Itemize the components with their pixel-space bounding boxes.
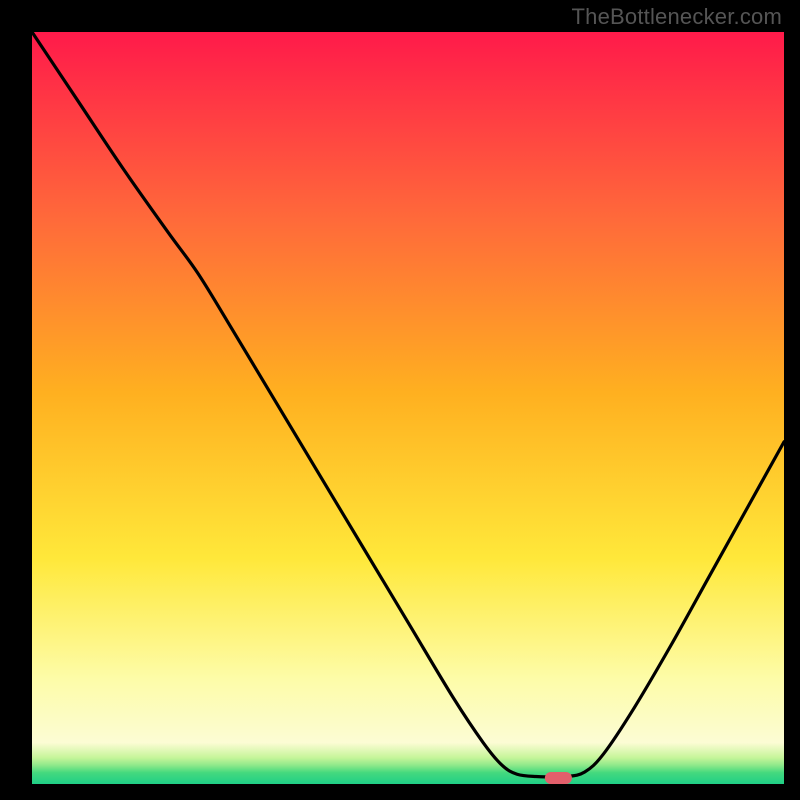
plot-area (32, 32, 784, 784)
gradient-background (32, 32, 784, 784)
chart-svg (32, 32, 784, 784)
marker-dot (545, 772, 572, 784)
watermark-text: TheBottlenecker.com (572, 4, 782, 30)
chart-container: TheBottlenecker.com (0, 0, 800, 800)
